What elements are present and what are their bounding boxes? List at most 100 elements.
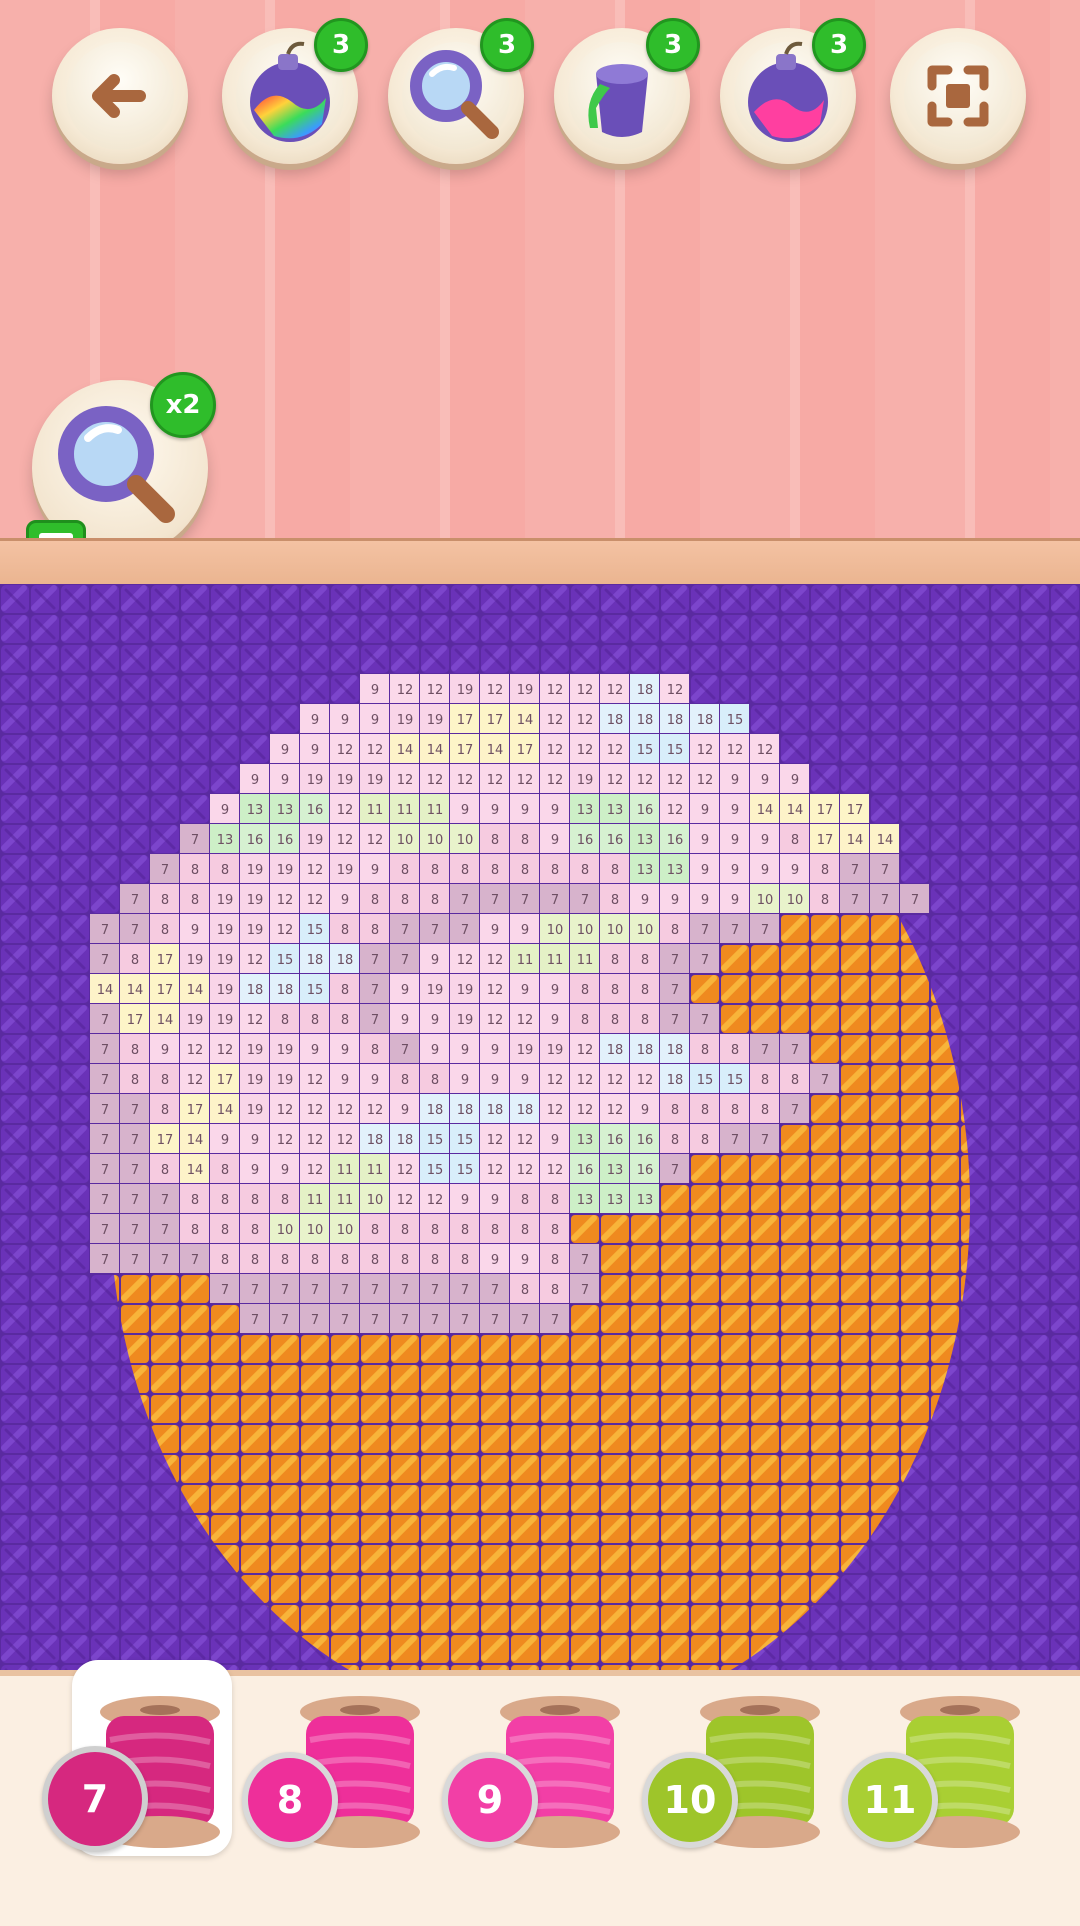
stitch-cell[interactable]: 19 <box>180 1004 209 1033</box>
stitch-cell[interactable]: 16 <box>660 824 689 853</box>
stitch-cell[interactable]: 14 <box>180 974 209 1003</box>
stitch-cell[interactable]: 11 <box>510 944 539 973</box>
stitch-cell[interactable]: 13 <box>630 824 659 853</box>
stitch-cell[interactable]: 9 <box>660 884 689 913</box>
stitch-cell[interactable]: 9 <box>300 704 329 733</box>
stitch-cell[interactable]: 7 <box>90 1154 119 1183</box>
stitch-cell[interactable]: 19 <box>390 704 419 733</box>
stitch-cell[interactable]: 9 <box>690 794 719 823</box>
stitch-cell[interactable]: 14 <box>870 824 899 853</box>
stitch-cell[interactable]: 13 <box>570 1184 599 1213</box>
stitch-cell[interactable]: 7 <box>450 1304 479 1333</box>
stitch-cell[interactable]: 14 <box>420 734 449 763</box>
stitch-cell[interactable]: 17 <box>480 704 509 733</box>
stitch-cell[interactable]: 9 <box>420 1034 449 1063</box>
stitch-cell[interactable]: 8 <box>600 944 629 973</box>
stitch-cell[interactable]: 12 <box>330 794 359 823</box>
stitch-cell[interactable]: 7 <box>90 1244 119 1273</box>
stitch-cell[interactable]: 19 <box>330 764 359 793</box>
stitch-cell[interactable]: 18 <box>630 1034 659 1063</box>
cross-stitch-board[interactable]: 9 12 12 19 12 19 12 12 12 18 12 9 9 9 19 19 17 17 14 12 12 18… <box>0 584 1080 1670</box>
stitch-cell[interactable]: 12 <box>660 794 689 823</box>
stitch-cell[interactable]: 14 <box>180 1154 209 1183</box>
stitch-cell[interactable]: 14 <box>510 704 539 733</box>
stitch-cell[interactable]: 7 <box>90 1034 119 1063</box>
stitch-cell[interactable]: 13 <box>660 854 689 883</box>
stitch-cell[interactable]: 12 <box>180 1034 209 1063</box>
stitch-cell[interactable]: 19 <box>240 914 269 943</box>
stitch-cell[interactable]: 8 <box>780 1064 809 1093</box>
stitch-cell[interactable]: 12 <box>450 764 479 793</box>
stitch-cell[interactable]: 8 <box>570 974 599 1003</box>
stitch-cell[interactable]: 8 <box>120 1064 149 1093</box>
stitch-cell[interactable]: 9 <box>360 1064 389 1093</box>
stitch-cell[interactable]: 14 <box>90 974 119 1003</box>
stitch-cell[interactable]: 9 <box>480 1244 509 1273</box>
stitch-cell[interactable]: 8 <box>360 884 389 913</box>
stitch-cell[interactable]: 13 <box>600 794 629 823</box>
stitch-cell[interactable]: 13 <box>630 1184 659 1213</box>
stitch-cell[interactable]: 8 <box>360 1214 389 1243</box>
stitch-cell[interactable]: 7 <box>270 1274 299 1303</box>
stitch-cell[interactable]: 9 <box>270 1154 299 1183</box>
stitch-cell[interactable]: 7 <box>360 1304 389 1333</box>
stitch-cell[interactable]: 10 <box>570 914 599 943</box>
stitch-cell[interactable]: 7 <box>240 1304 269 1333</box>
stitch-cell[interactable]: 7 <box>90 1094 119 1123</box>
stitch-cell[interactable]: 8 <box>270 1184 299 1213</box>
stitch-cell[interactable]: 8 <box>270 1004 299 1033</box>
stitch-cell[interactable]: 9 <box>630 1094 659 1123</box>
stitch-cell[interactable]: 10 <box>750 884 779 913</box>
stitch-cell[interactable]: 8 <box>390 854 419 883</box>
stitch-cell[interactable]: 9 <box>480 914 509 943</box>
stitch-cell[interactable]: 8 <box>450 1214 479 1243</box>
stitch-cell[interactable]: 15 <box>420 1154 449 1183</box>
stitch-cell[interactable]: 7 <box>480 1304 509 1333</box>
stitch-cell[interactable]: 10 <box>780 884 809 913</box>
stitch-cell[interactable]: 19 <box>450 1004 479 1033</box>
stitch-cell[interactable]: 12 <box>270 1094 299 1123</box>
stitch-cell[interactable]: 7 <box>390 1034 419 1063</box>
stitch-cell[interactable]: 17 <box>150 1124 179 1153</box>
stitch-cell[interactable]: 7 <box>360 974 389 1003</box>
stitch-cell[interactable]: 7 <box>120 884 149 913</box>
stitch-cell[interactable]: 8 <box>390 1214 419 1243</box>
stitch-cell[interactable]: 8 <box>720 1094 749 1123</box>
stitch-cell[interactable]: 18 <box>630 704 659 733</box>
stitch-cell[interactable]: 8 <box>810 854 839 883</box>
stitch-cell[interactable]: 7 <box>390 944 419 973</box>
stitch-cell[interactable]: 8 <box>540 1184 569 1213</box>
stitch-cell[interactable]: 12 <box>540 704 569 733</box>
stitch-cell[interactable]: 8 <box>750 1064 779 1093</box>
stitch-cell[interactable]: 7 <box>750 1034 779 1063</box>
stitch-cell[interactable]: 12 <box>540 1154 569 1183</box>
stitch-cell[interactable]: 15 <box>420 1124 449 1153</box>
stitch-cell[interactable]: 8 <box>660 914 689 943</box>
stitch-cell[interactable]: 7 <box>570 1274 599 1303</box>
stitch-cell[interactable]: 14 <box>120 974 149 1003</box>
stitch-cell[interactable]: 9 <box>540 794 569 823</box>
stitch-cell[interactable]: 19 <box>240 884 269 913</box>
stitch-cell[interactable]: 12 <box>480 1154 509 1183</box>
stitch-cell[interactable]: 8 <box>150 1064 179 1093</box>
stitch-cell[interactable]: 8 <box>750 1094 779 1123</box>
stitch-cell[interactable]: 16 <box>600 1124 629 1153</box>
stitch-cell[interactable]: 8 <box>450 1244 479 1273</box>
stitch-cell[interactable]: 17 <box>120 1004 149 1033</box>
stitch-cell[interactable]: 8 <box>210 1244 239 1273</box>
stitch-cell[interactable]: 17 <box>810 794 839 823</box>
thread-spool-11[interactable]: 11 <box>840 1690 1040 1870</box>
stitch-cell[interactable]: 12 <box>480 974 509 1003</box>
stitch-cell[interactable]: 8 <box>630 1004 659 1033</box>
stitch-cell[interactable]: 8 <box>510 1274 539 1303</box>
stitch-cell[interactable]: 8 <box>180 1214 209 1243</box>
stitch-cell[interactable]: 12 <box>480 1124 509 1153</box>
stitch-cell[interactable]: 12 <box>480 674 509 703</box>
stitch-cell[interactable]: 19 <box>210 914 239 943</box>
stitch-cell[interactable]: 7 <box>150 1214 179 1243</box>
stitch-cell[interactable]: 7 <box>720 914 749 943</box>
stitch-cell[interactable]: 7 <box>150 1184 179 1213</box>
stitch-cell[interactable]: 9 <box>690 884 719 913</box>
stitch-cell[interactable]: 18 <box>270 974 299 1003</box>
stitch-cell[interactable]: 19 <box>210 884 239 913</box>
